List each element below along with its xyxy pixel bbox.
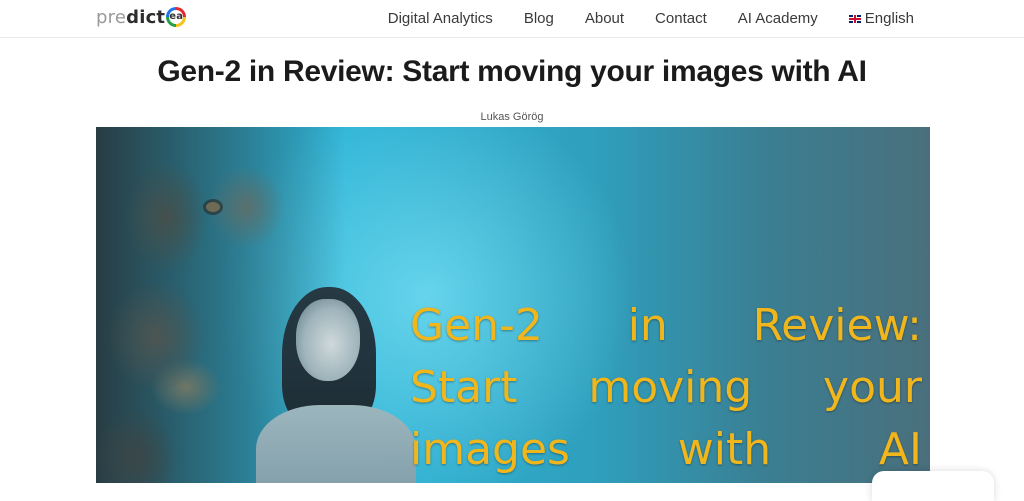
hero-caption: Gen-2 in Review: Start moving your image… — [410, 295, 922, 481]
nav-blog[interactable]: Blog — [524, 10, 554, 27]
article-author[interactable]: Lukas Görög — [0, 111, 1024, 123]
hero-caption-line: Gen-2 in Review: — [410, 300, 922, 351]
nav-ai-academy[interactable]: AI Academy — [738, 10, 818, 27]
main-nav: Digital Analytics Blog About Contact AI … — [357, 0, 914, 37]
site-logo[interactable]: pre dict ea — [96, 6, 187, 28]
girl-body — [256, 405, 416, 483]
logo-main: dict — [126, 7, 166, 28]
hero-caption-line: Start moving your — [410, 362, 922, 413]
logo-mark-icon: ea — [166, 7, 187, 27]
hero-caption-line: images with AI — [410, 424, 922, 475]
uk-flag-icon — [848, 14, 861, 23]
creature-eye — [206, 202, 220, 212]
logo-prefix: pre — [96, 7, 127, 28]
chat-widget-tab[interactable] — [872, 471, 994, 501]
nav-about[interactable]: About — [585, 10, 624, 27]
hero-image: Gen-2 in Review: Start moving your image… — [96, 127, 930, 483]
language-switcher[interactable]: English — [848, 10, 914, 27]
language-label: English — [864, 10, 914, 27]
logo-mark-text: ea — [169, 10, 184, 24]
site-header: pre dict ea Digital Analytics Blog About C… — [0, 0, 1024, 38]
nav-contact[interactable]: Contact — [655, 10, 707, 27]
nav-digital-analytics[interactable]: Digital Analytics — [388, 10, 493, 27]
girl-face — [296, 299, 360, 381]
article-title: Gen-2 in Review: Start moving your image… — [157, 55, 867, 88]
